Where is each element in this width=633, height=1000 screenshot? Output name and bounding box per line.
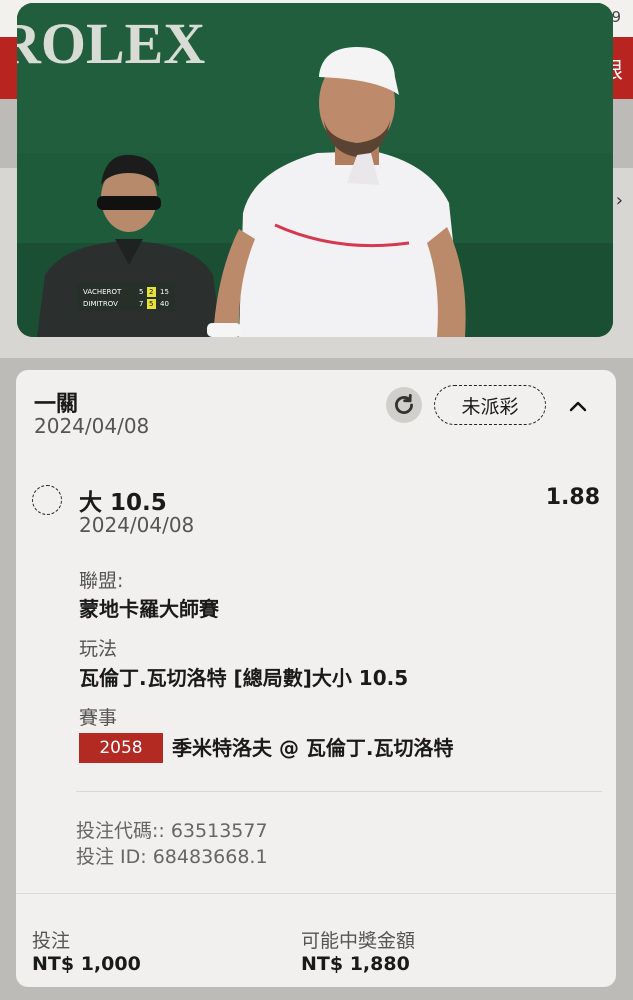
live-video[interactable]: ROLEX VACHEROT 5 2 15 DIMITROV 7 5 40: [17, 3, 613, 337]
scoreboard-player-2: DIMITROV: [83, 300, 118, 308]
selection-date: 2024/04/08: [79, 513, 195, 537]
league-label: 聯盟:: [79, 570, 124, 592]
scoreboard-player-1: VACHEROT: [83, 288, 122, 296]
event-label: 賽事: [79, 707, 118, 729]
pending-status-icon: [32, 485, 62, 515]
bet-id: 投注 ID: 68483668.1: [76, 846, 268, 868]
scoreboard: VACHEROT 5 2 15 DIMITROV 7 5 40: [77, 283, 175, 311]
scoreboard-sets-2: 7: [139, 300, 143, 308]
bet-code: 投注代碼:: 63513577: [76, 820, 268, 842]
market-label: 玩法: [79, 638, 118, 660]
bet-card: 一關 2024/04/08 未派彩 大 10.5 1.88 2024/04/08…: [16, 370, 616, 987]
refresh-button[interactable]: [386, 387, 422, 423]
event-id-badge: 2058: [79, 733, 163, 763]
collapse-button[interactable]: [564, 392, 592, 420]
payout-value: NT$ 1,880: [301, 953, 410, 975]
bet-placed-date: 2024/04/08: [34, 414, 150, 438]
payout-label: 可能中獎金額: [301, 930, 416, 952]
refresh-icon: [395, 394, 413, 414]
market-value: 瓦倫丁.瓦切洛特 [總局數]大小 10.5: [79, 666, 409, 690]
scoreboard-games-2: 5: [149, 300, 153, 308]
league-value: 蒙地卡羅大師賽: [79, 597, 219, 621]
selection-odds: 1.88: [545, 485, 600, 510]
scoreboard-sets-1: 5: [139, 288, 143, 296]
bet-status-badge: 未派彩: [434, 385, 546, 425]
divider: [76, 791, 602, 792]
video-frame: ROLEX VACHEROT 5 2 15 DIMITROV 7 5 40: [17, 3, 613, 337]
footer-separator: [16, 893, 616, 894]
scoreboard-games-1: 2: [149, 288, 153, 296]
stake-label: 投注: [32, 930, 71, 952]
background-arrow-icon: ›: [615, 190, 623, 211]
event-name: 季米特洛夫 @ 瓦倫丁.瓦切洛特: [172, 736, 454, 760]
banner-text: ROLEX: [17, 11, 205, 76]
selection-name: 大 10.5: [79, 490, 167, 516]
chevron-up-icon: [569, 401, 587, 412]
stake-value: NT$ 1,000: [32, 953, 141, 975]
scoreboard-points-1: 15: [160, 288, 169, 296]
scoreboard-points-2: 40: [160, 300, 169, 308]
